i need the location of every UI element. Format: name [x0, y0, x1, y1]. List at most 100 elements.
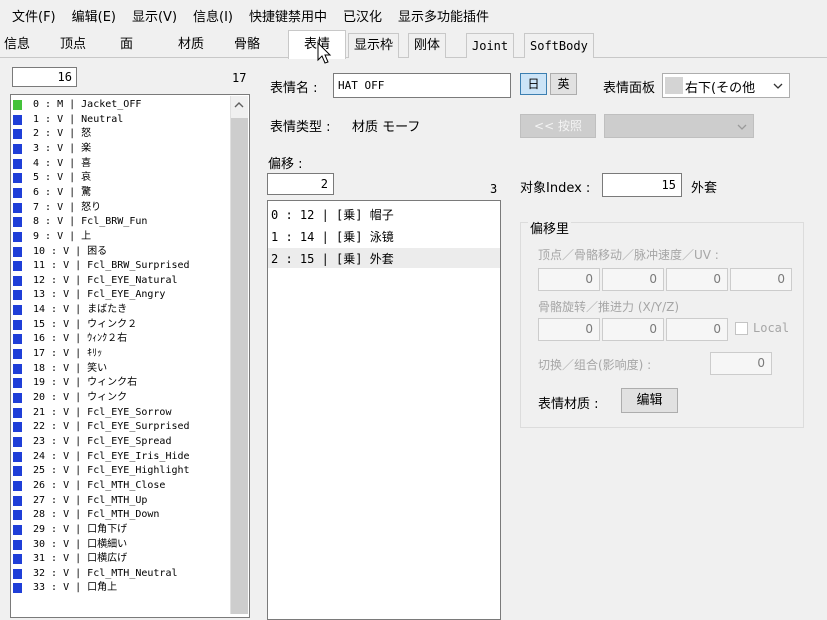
- nav-select[interactable]: [604, 114, 754, 138]
- morph-list-item[interactable]: 33 : V | 口角上: [33, 582, 117, 596]
- target-index-input[interactable]: 15: [602, 173, 682, 197]
- morph-type-marker: [13, 290, 22, 301]
- morph-type-marker: [13, 143, 22, 154]
- nav-prev-button[interactable]: << 按照: [520, 114, 596, 138]
- morph-type-marker: [13, 231, 22, 242]
- morph-name-input[interactable]: HAT OFF: [333, 73, 511, 98]
- morph-list-item[interactable]: 10 : V | 困る: [33, 246, 107, 260]
- morph-type-marker: [13, 114, 22, 125]
- tab-softbody[interactable]: SoftBody: [524, 33, 594, 58]
- morph-list-item[interactable]: 27 : V | Fcl_MTH_Up: [33, 495, 147, 509]
- tab-info[interactable]: 信息: [4, 33, 30, 58]
- tab-bone[interactable]: 骨骼: [234, 33, 260, 58]
- morph-list-item[interactable]: 32 : V | Fcl_MTH_Neutral: [33, 568, 178, 582]
- morph-list-scroll-thumb[interactable]: [231, 118, 248, 614]
- morph-list-item[interactable]: 23 : V | Fcl_EYE_Spread: [33, 436, 171, 450]
- menu-localized[interactable]: 已汉化: [335, 6, 390, 25]
- panel-swatch: [665, 77, 683, 94]
- morph-type-marker: [13, 363, 22, 374]
- menu-view[interactable]: 显示(V): [124, 6, 185, 25]
- morph-list-item[interactable]: 22 : V | Fcl_EYE_Surprised: [33, 421, 190, 435]
- tab-rigid-body[interactable]: 刚体: [408, 33, 447, 58]
- scroll-up-icon[interactable]: [234, 101, 244, 109]
- morph-list-item[interactable]: 29 : V | 口角下げ: [33, 524, 127, 538]
- offset-row[interactable]: 1 : 14 | [乗] 泳镜: [271, 227, 394, 247]
- menu-plugins[interactable]: 显示多功能插件: [390, 6, 497, 25]
- morph-list-item[interactable]: 28 : V | Fcl_MTH_Down: [33, 509, 159, 523]
- edit-button[interactable]: 编辑: [621, 388, 678, 413]
- menu-shortcut[interactable]: 快捷键禁用中: [241, 6, 335, 25]
- vertex-w-input[interactable]: 0: [730, 268, 792, 291]
- morph-list-item[interactable]: 3 : V | 楽: [33, 143, 91, 157]
- morph-list-item[interactable]: 11 : V | Fcl_BRW_Surprised: [33, 260, 190, 274]
- offset-row[interactable]: 0 : 12 | [乗] 帽子: [271, 205, 394, 225]
- vertex-y-input[interactable]: 0: [602, 268, 664, 291]
- morph-list-item[interactable]: 2 : V | 怒: [33, 128, 91, 142]
- morph-list-item[interactable]: 21 : V | Fcl_EYE_Sorrow: [33, 407, 171, 421]
- morph-list-item[interactable]: 15 : V | ウィンク２: [33, 319, 137, 333]
- morph-name-label: 表情名 :: [270, 81, 318, 96]
- target-index-label: 对象Index :: [520, 181, 591, 196]
- tab-face[interactable]: 面: [120, 33, 133, 58]
- rotation-z-input[interactable]: 0: [666, 318, 728, 341]
- offset-count: 3: [490, 182, 498, 196]
- morph-list-item[interactable]: 31 : V | 口横広げ: [33, 553, 127, 567]
- morph-list-item[interactable]: 26 : V | Fcl_MTH_Close: [33, 480, 165, 494]
- morph-list-item[interactable]: 16 : V | ｳｨﾝｸ２右: [33, 333, 127, 347]
- morph-list-item[interactable]: 6 : V | 驚: [33, 187, 91, 201]
- vertex-move-label: 顶点／骨骼移动／脉冲速度／UV :: [538, 248, 719, 262]
- mouse-cursor-icon: [317, 42, 332, 64]
- offset-index-input[interactable]: 2: [267, 173, 334, 195]
- menu-file[interactable]: 文件(F): [4, 6, 64, 25]
- morph-type-marker: [13, 466, 22, 477]
- tab-material[interactable]: 材质: [178, 33, 204, 58]
- morph-list-item[interactable]: 1 : V | Neutral: [33, 114, 123, 128]
- tab-display-frame[interactable]: 显示枠: [348, 33, 400, 58]
- morph-list-item[interactable]: 0 : M | Jacket_OFF: [33, 99, 141, 113]
- menu-edit[interactable]: 编辑(E): [64, 6, 124, 25]
- morph-list-item[interactable]: 19 : V | ウィンク右: [33, 377, 137, 391]
- morph-list-item[interactable]: 5 : V | 哀: [33, 172, 91, 186]
- english-name-button[interactable]: 英: [550, 73, 577, 95]
- rotation-x-input[interactable]: 0: [538, 318, 600, 341]
- rotation-y-input[interactable]: 0: [602, 318, 664, 341]
- morph-type-marker: [13, 173, 22, 184]
- morph-list-item[interactable]: 18 : V | 笑い: [33, 363, 107, 377]
- morph-list[interactable]: 0 : M | Jacket_OFF 1 : V | Neutral 2 : V |…: [10, 94, 250, 618]
- japanese-name-button[interactable]: 日: [520, 73, 547, 95]
- morph-type-marker: [13, 334, 22, 345]
- morph-list-item[interactable]: 8 : V | Fcl_BRW_Fun: [33, 216, 147, 230]
- morph-list-item[interactable]: 25 : V | Fcl_EYE_Highlight: [33, 465, 190, 479]
- switch-label: 切换／组合(影响度) :: [538, 358, 652, 372]
- local-label: Local: [753, 321, 790, 335]
- switch-input[interactable]: 0: [710, 352, 772, 375]
- morph-panel-label: 表情面板: [603, 81, 656, 96]
- morph-list-item[interactable]: 13 : V | Fcl_EYE_Angry: [33, 289, 165, 303]
- morph-type-marker: [13, 480, 22, 491]
- morph-panel-select[interactable]: 右下(その他: [662, 73, 790, 98]
- offset-label: 偏移 :: [268, 157, 303, 172]
- menu-info[interactable]: 信息(I): [185, 6, 241, 25]
- tab-vertex[interactable]: 顶点: [60, 33, 86, 58]
- offset-row[interactable]: 2 : 15 | [乗] 外套: [271, 249, 394, 269]
- morph-type-marker: [13, 261, 22, 272]
- morph-list-item[interactable]: 9 : V | 上: [33, 231, 91, 245]
- local-checkbox[interactable]: [735, 322, 748, 335]
- morph-type-marker: [13, 275, 22, 286]
- morph-list-item[interactable]: 14 : V | まばたき: [33, 304, 127, 318]
- morph-list-item[interactable]: 7 : V | 怒り: [33, 202, 101, 216]
- morph-type-marker: [13, 539, 22, 550]
- morph-index-input[interactable]: 16: [12, 67, 77, 87]
- morph-list-item[interactable]: 24 : V | Fcl_EYE_Iris_Hide: [33, 451, 190, 465]
- morph-type-marker: [13, 305, 22, 316]
- morph-list-item[interactable]: 12 : V | Fcl_EYE_Natural: [33, 275, 178, 289]
- morph-list-item[interactable]: 20 : V | ウィンク: [33, 392, 127, 406]
- morph-list-item[interactable]: 17 : V | ｷﾘｯ: [33, 348, 102, 362]
- tab-joint[interactable]: Joint: [466, 33, 515, 58]
- morph-list-item[interactable]: 4 : V | 喜: [33, 158, 91, 172]
- morph-type-label: 表情类型 :: [270, 120, 331, 135]
- vertex-x-input[interactable]: 0: [538, 268, 600, 291]
- offset-group-title: 偏移里: [528, 218, 572, 237]
- morph-list-item[interactable]: 30 : V | 口横細い: [33, 539, 127, 553]
- vertex-z-input[interactable]: 0: [666, 268, 728, 291]
